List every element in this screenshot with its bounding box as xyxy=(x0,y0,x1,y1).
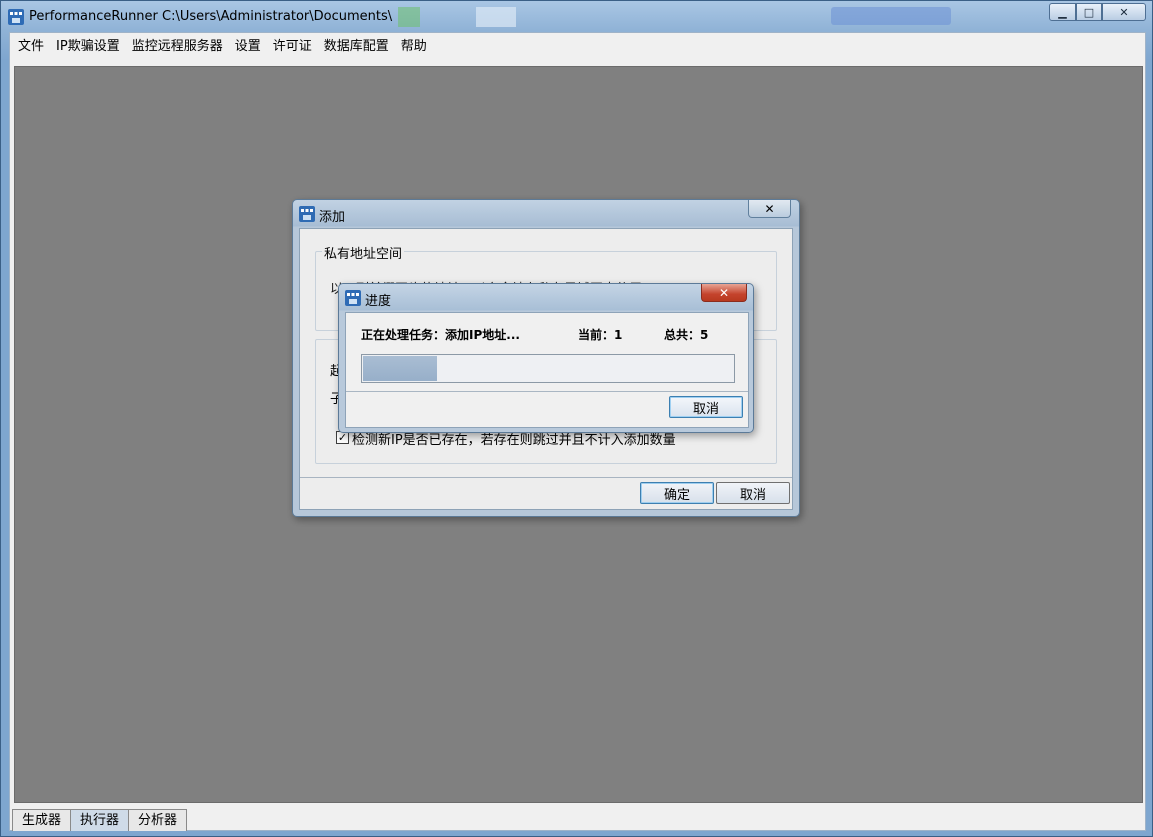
close-button[interactable]: ✕ xyxy=(1102,3,1146,21)
dialog-app-icon xyxy=(345,290,361,306)
dialog-app-icon xyxy=(299,206,315,222)
tab-analyzer[interactable]: 分析器 xyxy=(128,809,188,831)
progress-bar-fill xyxy=(363,356,437,381)
progress-cancel-button[interactable]: 取消 xyxy=(669,396,743,418)
menu-ip-spoofing[interactable]: IP欺骗设置 xyxy=(50,33,126,61)
bottom-tabs: 生成器 执行器 分析器 xyxy=(12,809,188,831)
close-icon: ✕ xyxy=(1119,5,1129,19)
progress-dialog-title: 进度 xyxy=(365,294,392,309)
progress-dialog: 进度 ✕ 正在处理任务：添加IP地址... 当前：1 总共：5 取消 xyxy=(338,283,754,433)
cancel-button[interactable]: 取消 xyxy=(716,482,790,504)
title-bar[interactable]: PerformanceRunner C:\Users\Administrator… xyxy=(1,1,1152,33)
close-icon: ✕ xyxy=(718,285,730,300)
total-count-label: 总共：5 xyxy=(664,328,709,342)
menu-file[interactable]: 文件 xyxy=(12,33,50,61)
progress-dialog-close-button[interactable]: ✕ xyxy=(701,284,747,302)
maximize-icon: □ xyxy=(1083,5,1095,19)
add-dialog-close-button[interactable]: ✕ xyxy=(748,200,791,218)
tab-executor[interactable]: 执行器 xyxy=(70,809,130,831)
minimize-button[interactable]: ▁ xyxy=(1049,3,1076,21)
menubar: 文件 IP欺骗设置 监控远程服务器 设置 许可证 数据库配置 帮助 xyxy=(10,33,1145,61)
minimize-icon: ▁ xyxy=(1058,5,1067,19)
private-address-group-title: 私有地址空间 xyxy=(322,243,405,262)
add-dialog-title: 添加 xyxy=(319,210,346,225)
task-status-label: 正在处理任务：添加IP地址... xyxy=(361,328,520,342)
menu-help[interactable]: 帮助 xyxy=(395,33,433,61)
progress-bar xyxy=(361,354,735,383)
maximize-button[interactable]: □ xyxy=(1076,3,1102,21)
menu-license[interactable]: 许可证 xyxy=(267,33,318,61)
progress-button-separator xyxy=(346,391,748,392)
app-icon xyxy=(8,9,24,25)
menu-settings[interactable]: 设置 xyxy=(229,33,267,61)
taskbar-reflection xyxy=(398,7,951,27)
window-title: PerformanceRunner C:\Users\Administrator… xyxy=(29,9,393,24)
progress-dialog-body: 正在处理任务：添加IP地址... 当前：1 总共：5 取消 xyxy=(345,312,749,428)
menu-monitor-remote[interactable]: 监控远程服务器 xyxy=(126,33,229,61)
tab-generator[interactable]: 生成器 xyxy=(12,809,72,831)
ok-button[interactable]: 确定 xyxy=(640,482,714,504)
button-separator xyxy=(300,477,792,478)
menu-database-config[interactable]: 数据库配置 xyxy=(318,33,395,61)
current-count-label: 当前：1 xyxy=(578,328,623,342)
close-icon: ✕ xyxy=(764,201,775,216)
